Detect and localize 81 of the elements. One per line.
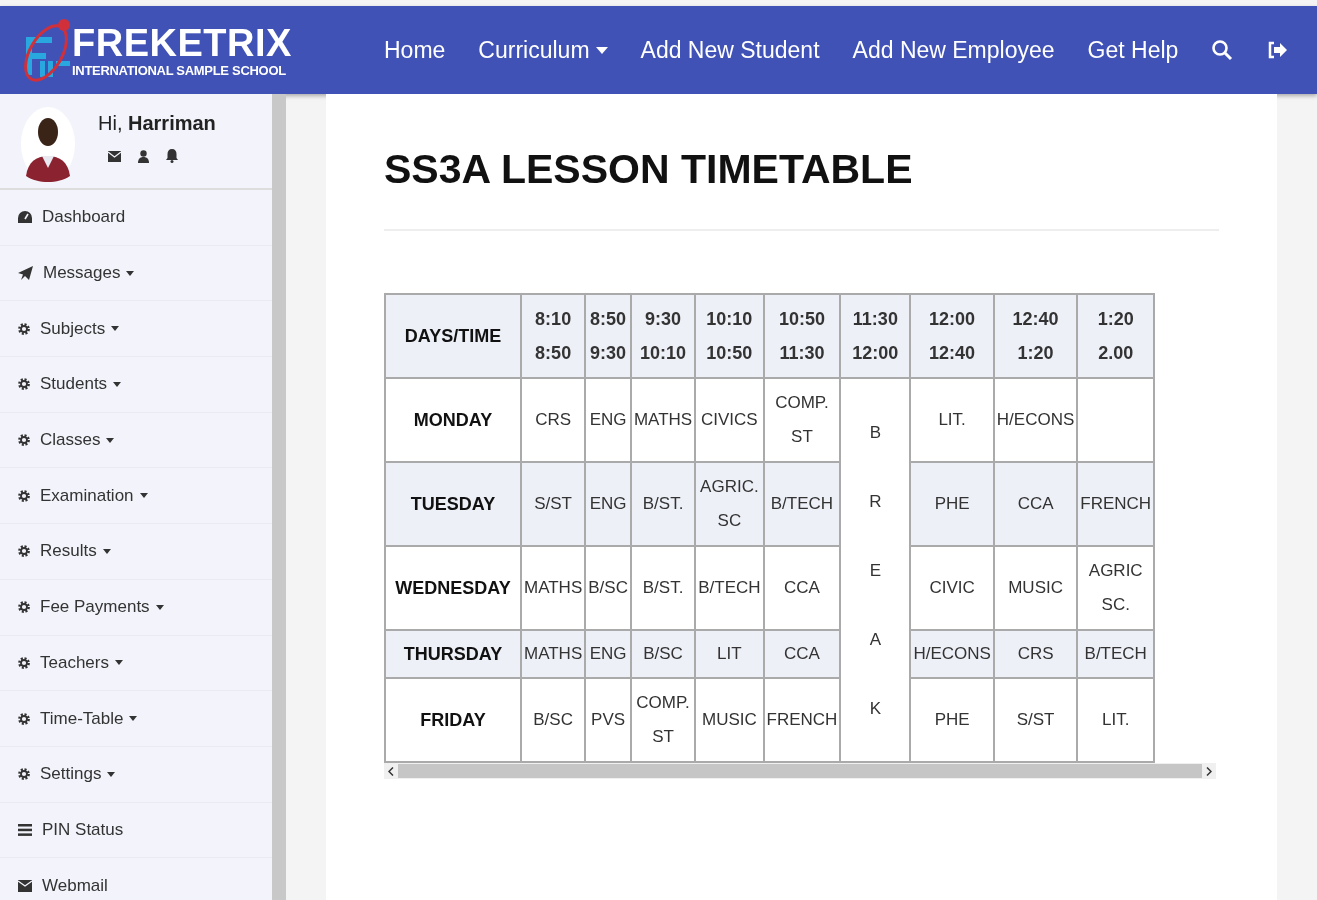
sidebar-label: Teachers: [40, 652, 109, 673]
table-header: 10:10 10:50: [695, 294, 764, 378]
bell-icon[interactable]: [166, 149, 178, 163]
sidebar-label: Classes: [40, 430, 101, 451]
gear-icon: [18, 434, 30, 447]
table-cell: B/TECH: [1077, 630, 1155, 678]
sidebar-label: Messages: [43, 263, 121, 284]
gear-icon: [18, 378, 30, 391]
sidebar-label: Time-Table: [40, 708, 124, 729]
brand-tagline: INTERNATIONAL SAMPLE SCHOOL: [72, 62, 287, 78]
table-row-header: TUESDAY: [385, 462, 521, 546]
sidebar-label: PIN Status: [42, 819, 124, 840]
table-header: 8:50 9:30: [585, 294, 631, 378]
sign-out-icon[interactable]: [1266, 40, 1289, 60]
table-header: 12:40 1:20: [993, 294, 1078, 378]
table-cell: CRS: [993, 630, 1078, 678]
sidebar-label: Settings: [40, 764, 102, 785]
table-cell: S/ST: [521, 462, 586, 546]
table-cell: FRENCH: [1077, 462, 1155, 546]
gear-icon: [18, 601, 30, 614]
sidebar-label: Fee Payments: [40, 597, 150, 618]
user-icon[interactable]: [138, 149, 149, 163]
paper-plane-icon: [18, 266, 33, 281]
horizontal-scrollbar[interactable]: [384, 763, 1216, 779]
table-header: 9:30 10:10: [630, 294, 696, 378]
gear-icon: [18, 489, 30, 502]
gear-icon: [18, 545, 30, 558]
nav-link[interactable]: Add New Student: [640, 36, 820, 64]
sidebar-label: Students: [40, 374, 108, 395]
caret-icon: [595, 47, 608, 55]
sidebar-label: Dashboard: [42, 207, 126, 228]
sidebar-scrollbar[interactable]: [272, 94, 286, 900]
table-header: 8:10 8:50: [521, 294, 586, 378]
caret-icon: [129, 716, 138, 722]
nav-link[interactable]: Add New Employee: [852, 36, 1055, 64]
brand-name: FREKETRIX: [72, 22, 292, 63]
gear-icon: [18, 322, 30, 335]
table-cell: BREAK: [840, 378, 911, 762]
list-icon: [18, 823, 32, 836]
table-cell: H/ECONS: [910, 630, 994, 678]
sidebar-label: Webmail: [42, 875, 108, 896]
gear-icon: [18, 768, 30, 781]
caret-icon: [126, 270, 135, 276]
caret-icon: [107, 771, 116, 777]
envelope-icon[interactable]: [108, 150, 121, 162]
nav-link[interactable]: Home: [384, 36, 446, 64]
caret-icon: [102, 548, 111, 554]
caret-icon: [115, 660, 123, 666]
gear-icon: [18, 656, 30, 669]
nav-link[interactable]: Get Help: [1087, 36, 1179, 64]
envelope-icon: [18, 879, 32, 892]
caret-icon: [111, 326, 120, 332]
sidebar-label: Examination: [40, 485, 134, 506]
sidebar-label: Subjects: [40, 318, 106, 339]
gear-icon: [18, 712, 30, 725]
search-icon[interactable]: [1211, 39, 1234, 61]
table-cell: ENG: [585, 462, 631, 546]
table-header: 12:00 12:40: [910, 294, 994, 378]
caret-icon: [139, 493, 148, 499]
scroll-left-icon[interactable]: [388, 766, 394, 776]
table-cell: MATHS: [521, 630, 586, 678]
table-header: 1:20 2.00: [1077, 294, 1155, 378]
dashboard-icon: [18, 211, 32, 224]
table-cell: B/SC: [630, 630, 696, 678]
user-greeting: Hi, Harriman: [98, 112, 216, 135]
scroll-right-icon[interactable]: [1206, 766, 1212, 776]
caret-icon: [155, 604, 164, 610]
table-header: 10:50 11:30: [763, 294, 841, 378]
caret-icon: [113, 381, 122, 387]
sidebar-label: Results: [40, 541, 97, 562]
table-cell: PHE: [910, 462, 994, 546]
table-cell: B/ST.: [630, 462, 696, 546]
table-cell: ENG: [585, 630, 631, 678]
table-cell: CCA: [993, 462, 1078, 546]
table-row-header: THURSDAY: [385, 630, 521, 678]
table-header: DAYS/TIME: [385, 294, 521, 378]
nav-link[interactable]: Curriculum: [478, 36, 608, 64]
table-cell: AGRIC. SC: [695, 462, 764, 546]
page-title: SS3A LESSON TIMETABLE: [384, 145, 914, 193]
table-cell: LIT: [695, 630, 764, 678]
caret-icon: [106, 437, 115, 443]
